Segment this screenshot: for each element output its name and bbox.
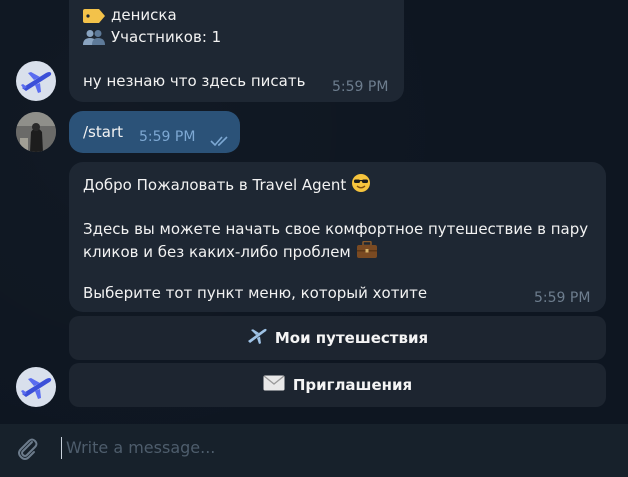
double-check-icon <box>210 132 230 151</box>
message-1-line-3: ну незнаю что здесь писать <box>83 72 306 90</box>
message-3-line-3: кликов и без каких-либо проблем <box>83 240 378 264</box>
message-bubble-3[interactable]: Добро Пожаловать в Travel Agent Здесь вы… <box>69 162 606 312</box>
message-bubble-1[interactable]: дениска Участников: 1 ну незнаю что здес… <box>69 0 404 102</box>
message-3-time: 5:59 PM <box>534 290 591 306</box>
message-1-time: 5:59 PM <box>332 79 389 95</box>
message-3-line-2: Здесь вы можете начать свое комфортное п… <box>83 220 589 238</box>
user-avatar[interactable] <box>16 112 56 152</box>
envelope-icon <box>263 375 285 395</box>
message-1-line-2: Участников: 1 <box>111 28 222 46</box>
invitations-label: Приглашения <box>292 376 413 394</box>
airplane-icon <box>247 326 267 350</box>
message-2-text: /start <box>83 123 123 141</box>
message-bubble-2[interactable]: /start 5:59 PM <box>69 111 240 153</box>
message-1-line-1: дениска <box>111 6 177 24</box>
attach-paperclip-icon[interactable] <box>15 436 41 466</box>
message-3-line-4: Выберите тот пункт меню, который хотите <box>83 284 428 302</box>
my-trips-label: Мои путешествия <box>274 329 429 347</box>
people-icon <box>83 29 105 49</box>
message-input[interactable]: Write a message... <box>66 438 215 457</box>
bot-avatar-2[interactable] <box>16 367 56 407</box>
tag-icon <box>83 8 105 27</box>
my-trips-button[interactable]: Мои путешествия <box>69 316 606 360</box>
message-2-time: 5:59 PM <box>139 129 196 145</box>
smiling-sunglasses-emoji-icon <box>351 173 371 198</box>
briefcase-emoji-icon <box>356 240 378 264</box>
text-caret <box>61 437 62 459</box>
invitations-button[interactable]: Приглашения <box>69 363 606 407</box>
message-composer: Write a message... <box>0 424 628 477</box>
message-3-line-1: Добро Пожаловать в Travel Agent <box>83 173 371 198</box>
bot-avatar[interactable] <box>16 61 56 101</box>
